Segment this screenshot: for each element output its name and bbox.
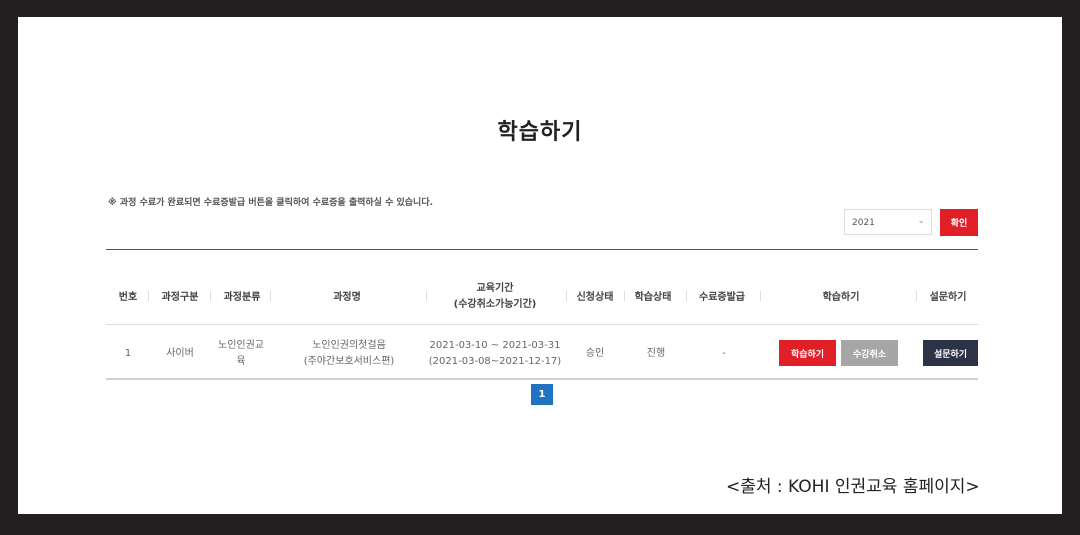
cell-period: 2021-03-10 ~ 2021-03-31 <box>429 340 561 351</box>
header-divider <box>426 291 427 301</box>
table-top-border <box>106 249 978 250</box>
header-category: 과정분류 <box>223 292 261 303</box>
cell-category-line1: 노인인권교 <box>218 340 264 351</box>
year-select[interactable]: 2021 ⌄ <box>844 209 932 235</box>
table-bottom-border <box>106 378 978 380</box>
header-divider <box>566 291 567 301</box>
header-number: 번호 <box>118 292 138 303</box>
cell-course-name-line1: 노인인권의첫걸음 <box>312 340 386 351</box>
header-divider <box>210 291 211 301</box>
cell-study-status: 진행 <box>646 348 666 359</box>
header-apply-status: 신청상태 <box>576 292 614 303</box>
cell-course-type: 사이버 <box>166 348 194 359</box>
certificate-notice: ※ 과정 수료가 완료되면 수료증발급 버튼을 클릭하여 수료증을 출력하실 수… <box>108 198 434 208</box>
chevron-down-icon: ⌄ <box>917 216 925 226</box>
header-course-type: 과정구분 <box>161 292 199 303</box>
cell-course-name-line2: (주야간보호서비스편) <box>303 356 395 367</box>
header-certificate: 수료증발급 <box>699 292 745 303</box>
header-divider <box>624 291 625 301</box>
cell-category-line2: 육 <box>236 356 246 367</box>
cell-certificate: - <box>722 348 726 359</box>
main-panel: 학습하기 ※ 과정 수료가 완료되면 수료증발급 버튼을 클릭하여 수료증을 출… <box>18 17 1062 514</box>
header-study-status: 학습상태 <box>634 292 672 303</box>
header-study: 학습하기 <box>822 292 860 303</box>
study-button[interactable]: 학습하기 <box>779 340 836 366</box>
cancel-enrollment-button[interactable]: 수강취소 <box>841 340 898 366</box>
cell-cancel-period: (2021-03-08~2021-12-17) <box>428 356 562 367</box>
cell-apply-status: 승인 <box>585 348 605 359</box>
header-divider <box>760 291 761 301</box>
survey-button[interactable]: 설문하기 <box>923 340 978 366</box>
cell-number: 1 <box>124 348 132 359</box>
header-divider <box>270 291 271 301</box>
header-course-name: 과정명 <box>333 292 361 303</box>
confirm-button[interactable]: 확인 <box>940 209 978 236</box>
header-divider <box>148 291 149 301</box>
header-cancel-period: (수강취소가능기간) <box>453 299 537 310</box>
header-divider <box>916 291 917 301</box>
page-title: 학습하기 <box>497 120 583 145</box>
source-caption: <출처 : KOHI 인권교육 홈페이지> <box>726 477 980 497</box>
header-period: 교육기간 <box>476 283 514 294</box>
header-bottom-border <box>106 324 978 325</box>
year-select-value: 2021 <box>852 218 875 228</box>
header-divider <box>686 291 687 301</box>
header-survey: 설문하기 <box>929 292 967 303</box>
page-1-button[interactable]: 1 <box>531 384 553 405</box>
